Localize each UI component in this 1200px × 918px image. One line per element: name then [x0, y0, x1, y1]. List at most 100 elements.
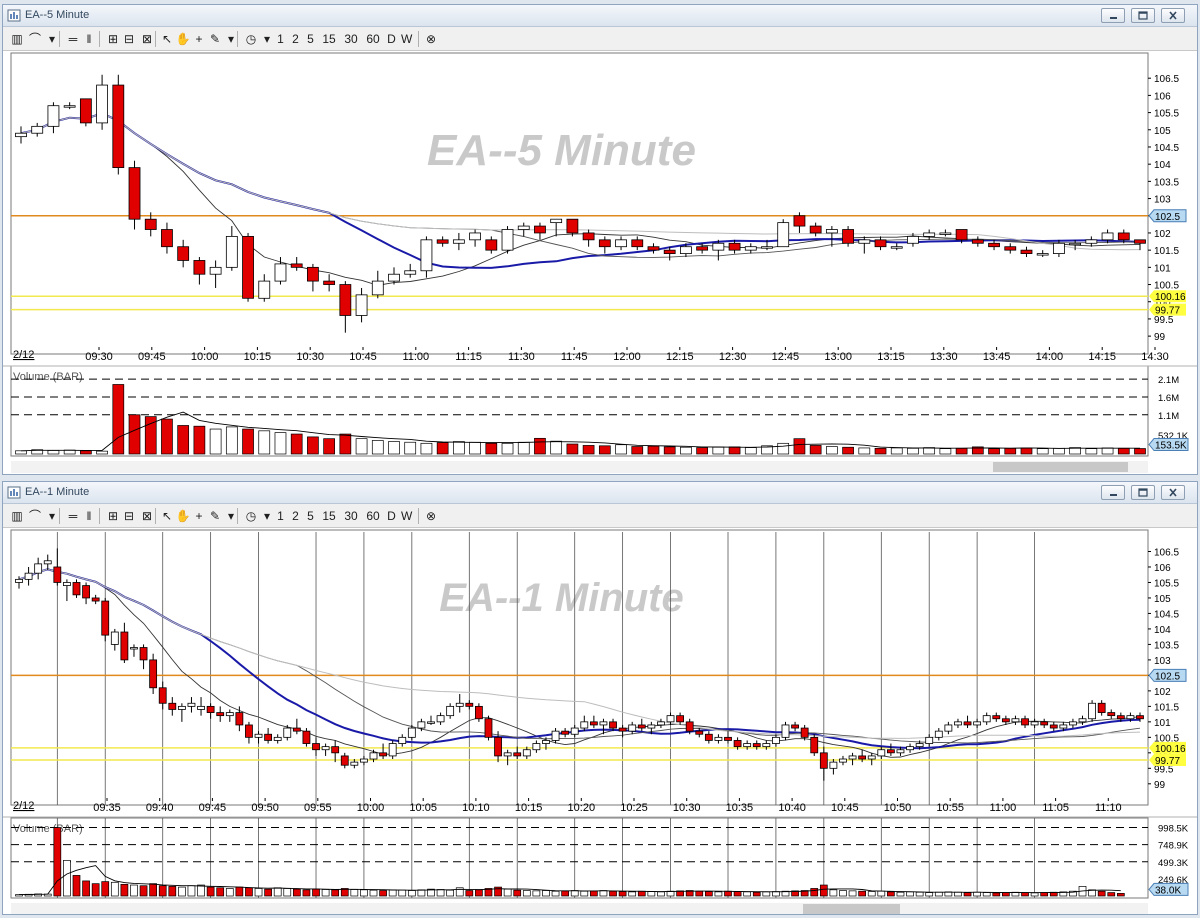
volume-bar: [293, 888, 301, 897]
bar-style-icon[interactable]: ▥: [9, 508, 25, 524]
interval-button-5[interactable]: 5: [305, 508, 316, 524]
restore-button[interactable]: [1131, 485, 1155, 500]
svg-text:99.77: 99.77: [1155, 306, 1180, 317]
interval-button-1[interactable]: 1: [275, 508, 286, 524]
close-chart-icon[interactable]: ⊗: [424, 508, 438, 524]
volume-bar: [206, 886, 215, 897]
horizontal-scrollbar[interactable]: [11, 903, 1148, 914]
volume-bar: [110, 881, 119, 897]
interval-button-2[interactable]: 2: [290, 31, 301, 47]
volume-bar: [590, 890, 598, 897]
dropdown-icon[interactable]: ▾: [44, 31, 60, 47]
volume-bar: [657, 891, 665, 897]
interval-button-D[interactable]: D: [386, 508, 397, 524]
interval-button-15[interactable]: 15: [320, 31, 338, 47]
equal-lines-icon[interactable]: ═: [65, 508, 81, 524]
plus-tool-icon[interactable]: +: [191, 508, 207, 524]
volume-bar: [331, 889, 340, 897]
time-axis-label: 10:00: [357, 802, 385, 814]
crosshair-icon[interactable]: ⊠: [139, 31, 155, 47]
clock-icon[interactable]: ◷: [243, 31, 259, 47]
time-axis-label: 14:30: [1141, 351, 1169, 363]
time-axis-label: 09:45: [138, 351, 166, 363]
scrollbar-thumb[interactable]: [803, 904, 900, 914]
volume-bar: [618, 891, 627, 897]
interval-button-1[interactable]: 1: [275, 31, 286, 47]
candle: [1088, 700, 1096, 722]
volume-bar: [245, 887, 253, 897]
volume-bar: [522, 890, 531, 897]
zoom-fit-icon[interactable]: ⊟: [121, 31, 137, 47]
volume-bar: [407, 890, 416, 897]
pencil-icon[interactable]: ✎: [207, 31, 223, 47]
plus-tool-icon[interactable]: +: [191, 31, 207, 47]
zoom-in-icon[interactable]: ⊞: [105, 508, 121, 524]
scrollbar-thumb[interactable]: [993, 462, 1128, 472]
interval-button-15[interactable]: 15: [320, 508, 338, 524]
dropdown-icon[interactable]: ▾: [259, 31, 275, 47]
toolbar-separator: [99, 31, 100, 47]
equal-lines-icon[interactable]: ═: [65, 31, 81, 47]
pause-icon[interactable]: ‖: [81, 508, 97, 524]
volume-bar: [130, 884, 138, 897]
crosshair-icon[interactable]: ⊠: [139, 508, 155, 524]
minimize-button[interactable]: [1101, 8, 1125, 23]
interval-button-W[interactable]: W: [401, 31, 412, 47]
pointer-icon[interactable]: ↖: [159, 31, 175, 47]
interval-button-D[interactable]: D: [386, 31, 397, 47]
svg-text:99.77: 99.77: [1155, 756, 1180, 767]
price-chart[interactable]: EA--1 Minute 106.5 106 105.5 105 104.5 104 103.…: [3, 528, 1197, 914]
volume-bar: [398, 889, 407, 897]
pointer-icon[interactable]: ↖: [159, 508, 175, 524]
minimize-button[interactable]: [1101, 485, 1125, 500]
draw-tools-icon[interactable]: ⌒: [27, 508, 43, 524]
volume-bar: [973, 891, 981, 897]
interval-button-30[interactable]: 30: [342, 31, 360, 47]
volume-bar: [1053, 447, 1065, 455]
price-axis-label: 103: [1154, 195, 1171, 206]
chart-watermark: EA--1 Minute: [439, 576, 683, 620]
volume-bar: [877, 890, 886, 897]
dropdown-icon[interactable]: ▾: [44, 508, 60, 524]
interval-button-5[interactable]: 5: [305, 31, 316, 47]
volume-bar: [168, 886, 177, 897]
interval-button-2[interactable]: 2: [290, 508, 301, 524]
candle: [474, 703, 483, 722]
interval-button-W[interactable]: W: [401, 508, 412, 524]
candle: [302, 728, 311, 747]
close-button[interactable]: [1161, 485, 1185, 500]
volume-bar: [598, 445, 611, 455]
volume-bar: [695, 890, 704, 897]
time-axis-label: 11:45: [561, 351, 588, 363]
close-button[interactable]: [1161, 8, 1185, 23]
window-title: EA--5 Minute: [25, 9, 90, 21]
volume-bar: [762, 891, 771, 897]
interval-button-60[interactable]: 60: [364, 508, 382, 524]
interval-button-30[interactable]: 30: [342, 508, 360, 524]
horizontal-scrollbar[interactable]: [11, 461, 1148, 473]
volume-bar: [858, 890, 866, 897]
svg-text:102.5: 102.5: [1155, 212, 1180, 223]
restore-button[interactable]: [1131, 8, 1155, 23]
time-axis-label: 11:10: [1095, 802, 1122, 814]
draw-tools-icon[interactable]: ⌒: [27, 31, 43, 47]
pan-icon[interactable]: ✋: [175, 508, 191, 524]
title-bar[interactable]: EA--1 Minute: [3, 482, 1197, 504]
close-chart-icon[interactable]: ⊗: [424, 31, 438, 47]
zoom-in-icon[interactable]: ⊞: [105, 31, 121, 47]
dropdown-icon[interactable]: ▾: [259, 508, 275, 524]
title-bar[interactable]: EA--5 Minute: [3, 5, 1197, 27]
volume-bar: [609, 890, 617, 897]
pan-icon[interactable]: ✋: [175, 31, 191, 47]
bar-style-icon[interactable]: ▥: [9, 31, 25, 47]
close-icon: [1169, 11, 1177, 20]
volume-bar: [1021, 892, 1029, 897]
time-axis-label: 12:15: [666, 351, 694, 363]
clock-icon[interactable]: ◷: [243, 508, 259, 524]
price-chart[interactable]: EA--5 Minute 106.5 106 105.5 105 104.5 104 103.…: [3, 51, 1197, 474]
interval-button-60[interactable]: 60: [364, 31, 382, 47]
price-axis-label: 102: [1154, 229, 1171, 240]
pause-icon[interactable]: ‖: [81, 31, 97, 47]
pencil-icon[interactable]: ✎: [207, 508, 223, 524]
zoom-fit-icon[interactable]: ⊟: [121, 508, 137, 524]
